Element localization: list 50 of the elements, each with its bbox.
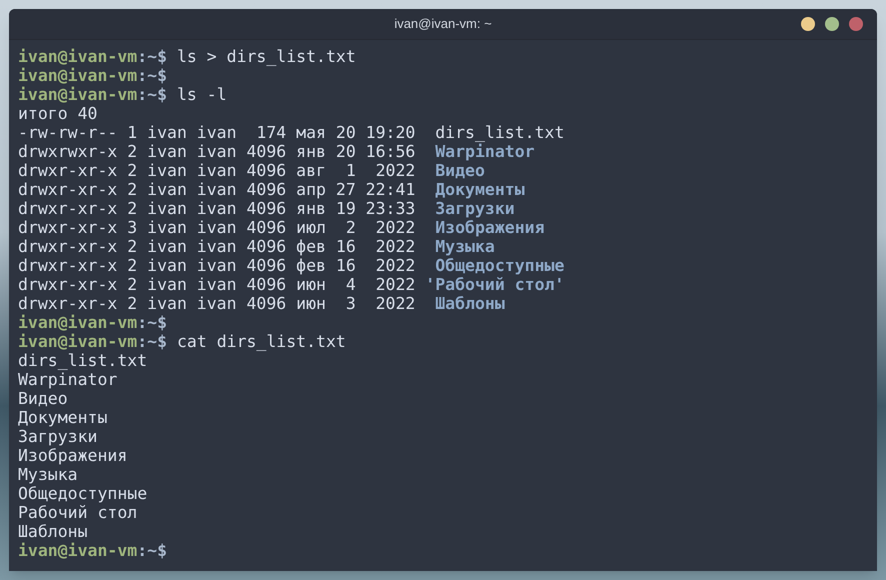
- file-metadata: drwxr-xr-x 2 ivan ivan 4096 фев 16 2022: [18, 256, 416, 275]
- directory-name: Warpinator: [435, 142, 535, 161]
- output-text: Видео: [18, 389, 68, 408]
- file-metadata: -rw-rw-r-- 1 ivan ivan 174 мая 20 19:20: [18, 123, 416, 142]
- directory-name: Шаблоны: [435, 294, 505, 313]
- file-metadata: drwxr-xr-x 3 ivan ivan 4096 июл 2 2022: [18, 218, 416, 237]
- prompt-path: :~$: [137, 47, 168, 66]
- command-text: ls -l: [176, 85, 227, 104]
- command-text: ls > dirs_list.txt: [176, 47, 356, 66]
- prompt-path: :~$: [137, 313, 168, 332]
- directory-name: Видео: [435, 161, 485, 180]
- directory-name: Загрузки: [435, 199, 515, 218]
- prompt-path: :~$: [137, 541, 168, 560]
- output-text: Общедоступные: [18, 484, 148, 503]
- prompt-user-host: ivan@ivan-vm: [18, 66, 138, 85]
- prompt-path: :~$: [137, 85, 168, 104]
- minimize-button[interactable]: [801, 17, 815, 31]
- output-text: dirs_list.txt: [18, 351, 148, 370]
- file-metadata: drwxr-xr-x 2 ivan ivan 4096 июн 4 2022: [18, 275, 416, 294]
- file-metadata: drwxrwxr-x 2 ivan ivan 4096 янв 20 16:56: [18, 142, 416, 161]
- prompt-user-host: ivan@ivan-vm: [18, 47, 138, 66]
- output-text: Документы: [18, 408, 108, 427]
- maximize-button[interactable]: [825, 17, 839, 31]
- output-text: Изображения: [18, 446, 128, 465]
- prompt-path: :~$: [137, 332, 168, 351]
- directory-name: Музыка: [435, 237, 495, 256]
- prompt-user-host: ivan@ivan-vm: [18, 541, 138, 560]
- file-metadata: drwxr-xr-x 2 ivan ivan 4096 янв 19 23:33: [18, 199, 416, 218]
- prompt-user-host: ivan@ivan-vm: [18, 313, 138, 332]
- output-text: итого 40: [18, 104, 98, 123]
- output-text: Загрузки: [18, 427, 98, 446]
- output-text: Рабочий стол: [18, 503, 138, 522]
- prompt-path: :~$: [137, 66, 168, 85]
- file-metadata: drwxr-xr-x 2 ivan ivan 4096 авг 1 2022: [18, 161, 416, 180]
- directory-name: Изображения: [435, 218, 545, 237]
- file-metadata: drwxr-xr-x 2 ivan ivan 4096 фев 16 2022: [18, 237, 416, 256]
- prompt-user-host: ivan@ivan-vm: [18, 332, 138, 351]
- prompt-user-host: ivan@ivan-vm: [18, 85, 138, 104]
- directory-name: 'Рабочий стол': [425, 275, 564, 294]
- file-metadata: drwxr-xr-x 2 ivan ivan 4096 июн 3 2022: [18, 294, 416, 313]
- command-text: cat dirs_list.txt: [176, 332, 346, 351]
- output-text: Warpinator: [18, 370, 118, 389]
- file-metadata: drwxr-xr-x 2 ivan ivan 4096 апр 27 22:41: [18, 180, 416, 199]
- file-name: dirs_list.txt: [435, 123, 564, 142]
- directory-name: Общедоступные: [435, 256, 564, 275]
- close-button[interactable]: [849, 17, 863, 31]
- window-title: ivan@ivan-vm: ~: [394, 15, 492, 34]
- output-text: Музыка: [18, 465, 78, 484]
- output-text: Шаблоны: [18, 522, 88, 541]
- directory-name: Документы: [435, 180, 525, 199]
